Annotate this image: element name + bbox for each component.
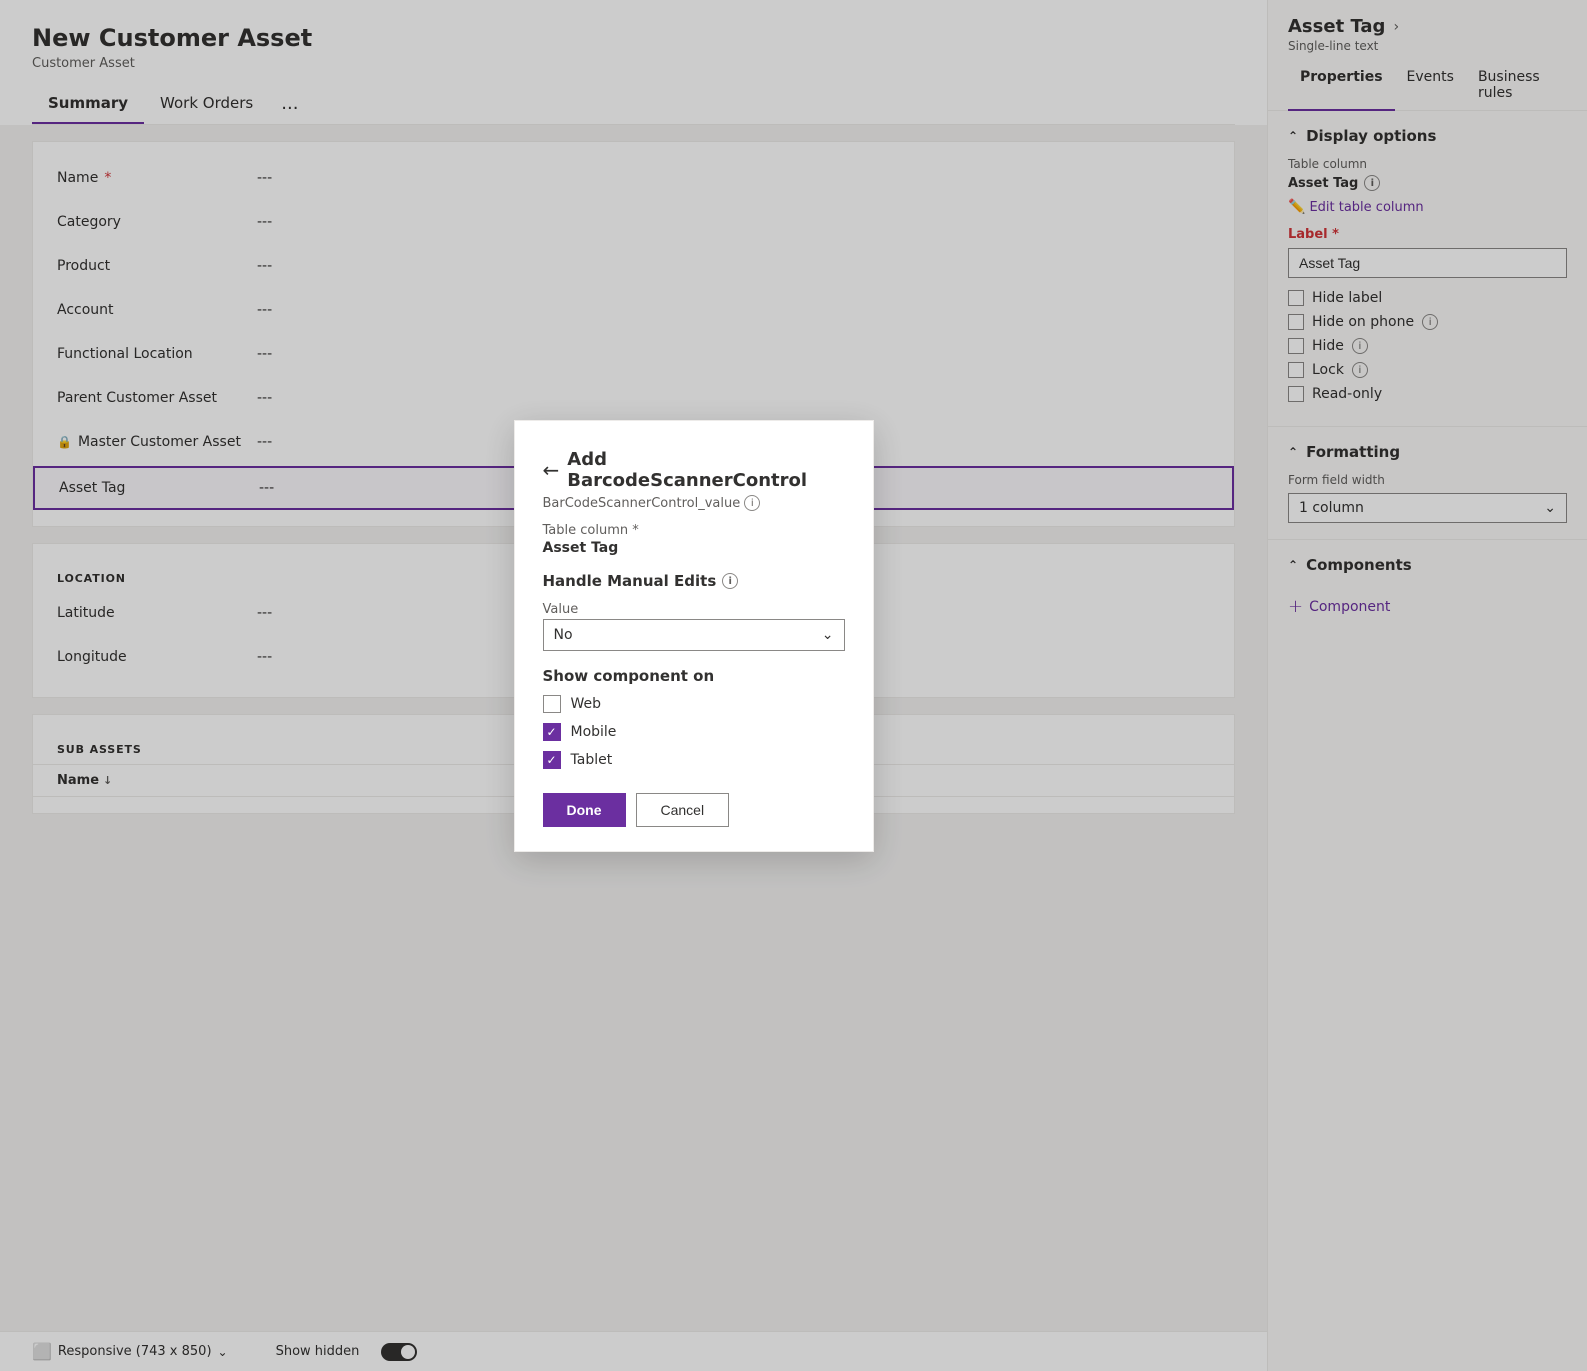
dialog-mobile-checkbox[interactable]: ✓ <box>543 723 561 741</box>
dialog-tablet-checkbox[interactable]: ✓ <box>543 751 561 769</box>
dialog-table-column-value: Asset Tag <box>543 540 845 556</box>
dialog-tablet-row: ✓ Tablet <box>543 751 845 769</box>
dialog-web-label: Web <box>571 696 602 712</box>
done-button[interactable]: Done <box>543 793 626 827</box>
dialog-web-row: Web <box>543 695 845 713</box>
dialog-table-column-label: Table column * <box>543 523 845 538</box>
dialog-mobile-label: Mobile <box>571 724 617 740</box>
dialog-value-selected: No <box>554 627 573 643</box>
add-barcode-dialog: ← Add BarcodeScannerControl BarCodeScann… <box>514 420 874 852</box>
dialog-buttons: Done Cancel <box>543 793 845 827</box>
cancel-button[interactable]: Cancel <box>636 793 730 827</box>
dialog-web-checkbox[interactable] <box>543 695 561 713</box>
dialog-handle-manual-edits-label: Handle Manual Edits i <box>543 572 845 590</box>
dialog-title: Add BarcodeScannerControl <box>567 449 844 491</box>
dialog-tablet-label: Tablet <box>571 752 613 768</box>
dialog-manual-edits-info-icon[interactable]: i <box>722 573 738 589</box>
dialog-value-label: Value <box>543 602 845 617</box>
dialog-back-button[interactable]: ← <box>543 458 560 482</box>
dialog-select-chevron-icon: ⌄ <box>822 627 834 643</box>
dialog-subtitle: BarCodeScannerControl_value i <box>543 495 845 511</box>
dialog-mobile-row: ✓ Mobile <box>543 723 845 741</box>
dialog-info-icon[interactable]: i <box>744 495 760 511</box>
dialog-overlay: ← Add BarcodeScannerControl BarCodeScann… <box>0 0 1587 1371</box>
dialog-title-row: ← Add BarcodeScannerControl <box>543 449 845 491</box>
dialog-value-select[interactable]: No ⌄ <box>543 619 845 651</box>
dialog-show-component-label: Show component on <box>543 667 845 685</box>
